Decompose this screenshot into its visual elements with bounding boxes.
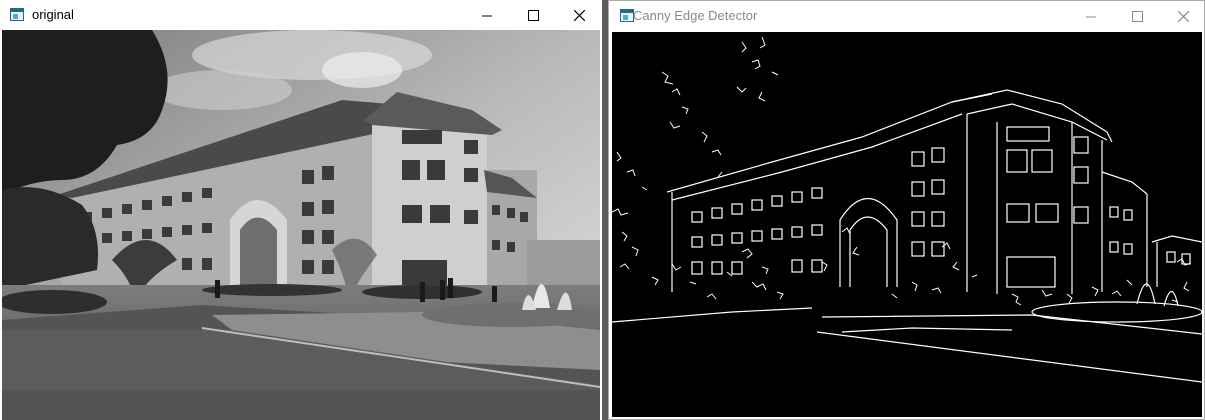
window-icon: [10, 8, 24, 21]
maximize-button[interactable]: [1114, 1, 1160, 31]
original-titlebar[interactable]: original: [0, 0, 602, 30]
window-icon: [620, 9, 634, 22]
minimize-icon: [1086, 16, 1096, 18]
close-button[interactable]: [1160, 1, 1205, 31]
window-title: Canny Edge Detector: [633, 8, 758, 23]
maximize-icon: [1132, 11, 1143, 22]
window-title: original: [32, 7, 74, 22]
maximize-icon: [528, 10, 539, 21]
close-button[interactable]: [556, 0, 602, 30]
original-image: [2, 30, 600, 420]
close-icon: [574, 10, 585, 21]
minimize-button[interactable]: [464, 0, 510, 30]
close-icon: [1178, 11, 1189, 22]
minimize-icon: [482, 15, 492, 17]
original-window[interactable]: original: [0, 0, 602, 420]
canny-titlebar[interactable]: Canny Edge Detector: [609, 1, 1204, 31]
canny-edge-image: [612, 32, 1202, 417]
maximize-button[interactable]: [510, 0, 556, 30]
canny-window[interactable]: Canny Edge Detector: [608, 0, 1205, 420]
minimize-button[interactable]: [1068, 1, 1114, 31]
